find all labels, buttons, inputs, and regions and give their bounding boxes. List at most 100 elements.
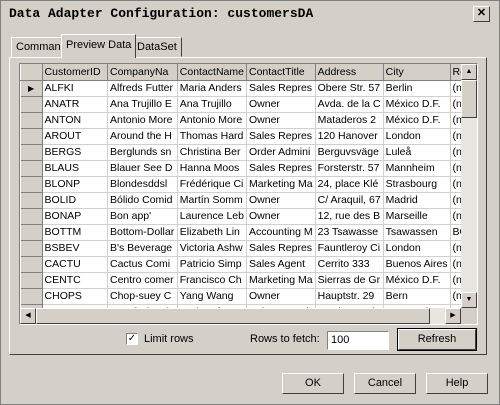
row-header[interactable] xyxy=(20,208,43,225)
row-header[interactable]: ▶ xyxy=(20,80,43,97)
horizontal-scroll-thumb[interactable] xyxy=(36,308,430,324)
column-header[interactable]: Address xyxy=(314,64,384,81)
table-row[interactable]: CHOPS Chop-suey C Yang Wang Owner Hauptstr. … xyxy=(20,288,477,305)
table-cell[interactable]: Berguvsväge xyxy=(315,144,384,161)
table-cell[interactable]: BOTTM xyxy=(42,224,109,241)
row-header[interactable] xyxy=(20,160,43,177)
table-cell[interactable]: Madrid xyxy=(383,192,451,209)
table-cell[interactable]: CHOPS xyxy=(42,288,109,305)
table-cell[interactable]: Mannheim xyxy=(383,160,451,177)
vertical-scroll-thumb[interactable] xyxy=(461,80,477,118)
tab-dataset[interactable]: DataSet xyxy=(132,37,182,57)
column-header[interactable]: City xyxy=(382,64,451,81)
row-header[interactable] xyxy=(20,112,43,129)
table-cell[interactable]: BLAUS xyxy=(42,160,109,177)
table-cell[interactable]: Blauer See D xyxy=(107,160,178,177)
table-cell[interactable]: Sales Repres xyxy=(246,240,316,257)
table-cell[interactable]: Sales Repres xyxy=(246,160,316,177)
table-cell[interactable]: CACTU xyxy=(42,256,109,273)
column-header[interactable]: ContactName xyxy=(176,64,248,81)
table-cell[interactable]: Victoria Ashw xyxy=(177,240,248,257)
scroll-up-button[interactable]: ▲ xyxy=(461,64,477,80)
table-cell[interactable]: Berglunds sn xyxy=(107,144,178,161)
table-cell[interactable]: Fauntleroy Ci xyxy=(315,240,384,257)
table-cell[interactable]: Mataderos 2 xyxy=(315,112,384,129)
table-row[interactable]: ▶ ALFKI Alfreds Futter Maria Anders Sales Re… xyxy=(20,80,477,97)
table-cell[interactable]: Blondesddsl xyxy=(107,176,178,193)
table-cell[interactable]: London xyxy=(383,240,451,257)
table-cell[interactable]: Tsawassen xyxy=(383,224,451,241)
table-cell[interactable]: Centro comer xyxy=(107,272,178,289)
table-cell[interactable]: Bólido Comid xyxy=(107,192,178,209)
table-cell[interactable]: Marketing Ma xyxy=(246,272,316,289)
table-row[interactable]: BLONP Blondesddsl Frédérique Ci Marketing M… xyxy=(20,176,477,193)
table-row[interactable]: BLAUS Blauer See D Hanna Moos Sales Repres F… xyxy=(20,160,477,177)
table-cell[interactable]: ANATR xyxy=(42,96,109,113)
table-cell[interactable]: Bon app' xyxy=(107,208,178,225)
row-header[interactable] xyxy=(20,224,43,241)
table-cell[interactable]: Sierras de Gr xyxy=(315,272,384,289)
help-button[interactable]: Help xyxy=(426,373,488,394)
row-header[interactable] xyxy=(20,176,43,193)
row-header[interactable] xyxy=(20,288,43,305)
table-row[interactable]: CENTC Centro comer Francisco Ch Marketing M… xyxy=(20,272,477,289)
table-cell[interactable]: Owner xyxy=(246,208,316,225)
column-header[interactable]: CompanyNa xyxy=(107,64,178,81)
table-cell[interactable]: Alfreds Futter xyxy=(107,80,178,97)
row-header[interactable] xyxy=(20,192,43,209)
tab-preview-data[interactable]: Preview Data xyxy=(61,34,137,58)
table-cell[interactable]: Avda. de la C xyxy=(315,96,384,113)
table-cell[interactable]: Francisco Ch xyxy=(177,272,248,289)
table-cell[interactable]: Patricio Simp xyxy=(177,256,248,273)
cancel-button[interactable]: Cancel xyxy=(354,373,416,394)
table-cell[interactable]: Marseille xyxy=(383,208,451,225)
table-cell[interactable]: Ana Trujillo xyxy=(177,96,248,113)
table-cell[interactable]: Chop-suey C xyxy=(107,288,178,305)
table-cell[interactable]: Ana Trujillo E xyxy=(107,96,178,113)
table-cell[interactable]: Around the H xyxy=(107,128,178,145)
table-cell[interactable]: Bern xyxy=(383,288,451,305)
table-cell[interactable]: AROUT xyxy=(42,128,109,145)
table-cell[interactable]: México D.F. xyxy=(383,272,451,289)
table-cell[interactable]: Cactus Comi xyxy=(107,256,178,273)
table-cell[interactable]: Hauptstr. 29 xyxy=(315,288,384,305)
table-cell[interactable]: Berlin xyxy=(383,80,451,97)
table-cell[interactable]: Cerrito 333 xyxy=(315,256,384,273)
table-cell[interactable]: Accounting M xyxy=(246,224,316,241)
table-cell[interactable]: Marketing Ma xyxy=(246,176,316,193)
table-cell[interactable]: ANTON xyxy=(42,112,109,129)
table-cell[interactable]: London xyxy=(383,128,451,145)
table-cell[interactable]: BERGS xyxy=(42,144,109,161)
table-cell[interactable]: Strasbourg xyxy=(383,176,451,193)
table-cell[interactable]: ALFKI xyxy=(42,80,109,97)
column-header[interactable]: CustomerID xyxy=(41,64,109,81)
table-cell[interactable]: 23 Tsawasse xyxy=(315,224,384,241)
table-cell[interactable]: Bottom-Dollar xyxy=(107,224,178,241)
preview-data-grid[interactable]: CustomerID CompanyNa ContactName Contact… xyxy=(19,63,478,325)
table-row[interactable]: CACTU Cactus Comi Patricio Simp Sales Agent… xyxy=(20,256,477,273)
table-cell[interactable]: Sales Repres xyxy=(246,80,316,97)
table-cell[interactable]: BSBEV xyxy=(42,240,109,257)
row-header[interactable] xyxy=(20,144,43,161)
table-cell[interactable]: Owner xyxy=(246,288,316,305)
table-cell[interactable]: Hanna Moos xyxy=(177,160,248,177)
table-cell[interactable]: Maria Anders xyxy=(177,80,248,97)
close-button[interactable]: ✕ xyxy=(473,6,490,22)
row-header[interactable] xyxy=(20,128,43,145)
row-header[interactable] xyxy=(20,272,43,289)
table-cell[interactable]: BLONP xyxy=(42,176,109,193)
table-row[interactable]: AROUT Around the H Thomas Hard Sales Repres… xyxy=(20,128,477,145)
row-header[interactable] xyxy=(20,256,43,273)
ok-button[interactable]: OK xyxy=(282,373,344,394)
table-cell[interactable]: 24, place Klé xyxy=(315,176,384,193)
table-cell[interactable]: Frédérique Ci xyxy=(177,176,248,193)
table-cell[interactable]: B's Beverage xyxy=(107,240,178,257)
scroll-right-button[interactable]: ▶ xyxy=(445,308,461,324)
scroll-left-button[interactable]: ◀ xyxy=(20,308,36,324)
table-cell[interactable]: Forsterstr. 57 xyxy=(315,160,384,177)
table-cell[interactable]: Martín Somm xyxy=(177,192,248,209)
table-cell[interactable]: Yang Wang xyxy=(177,288,248,305)
table-row[interactable]: BOTTM Bottom-Dollar Elizabeth Lin Accountin… xyxy=(20,224,477,241)
table-cell[interactable]: México D.F. xyxy=(383,96,451,113)
table-cell[interactable]: CENTC xyxy=(42,272,109,289)
